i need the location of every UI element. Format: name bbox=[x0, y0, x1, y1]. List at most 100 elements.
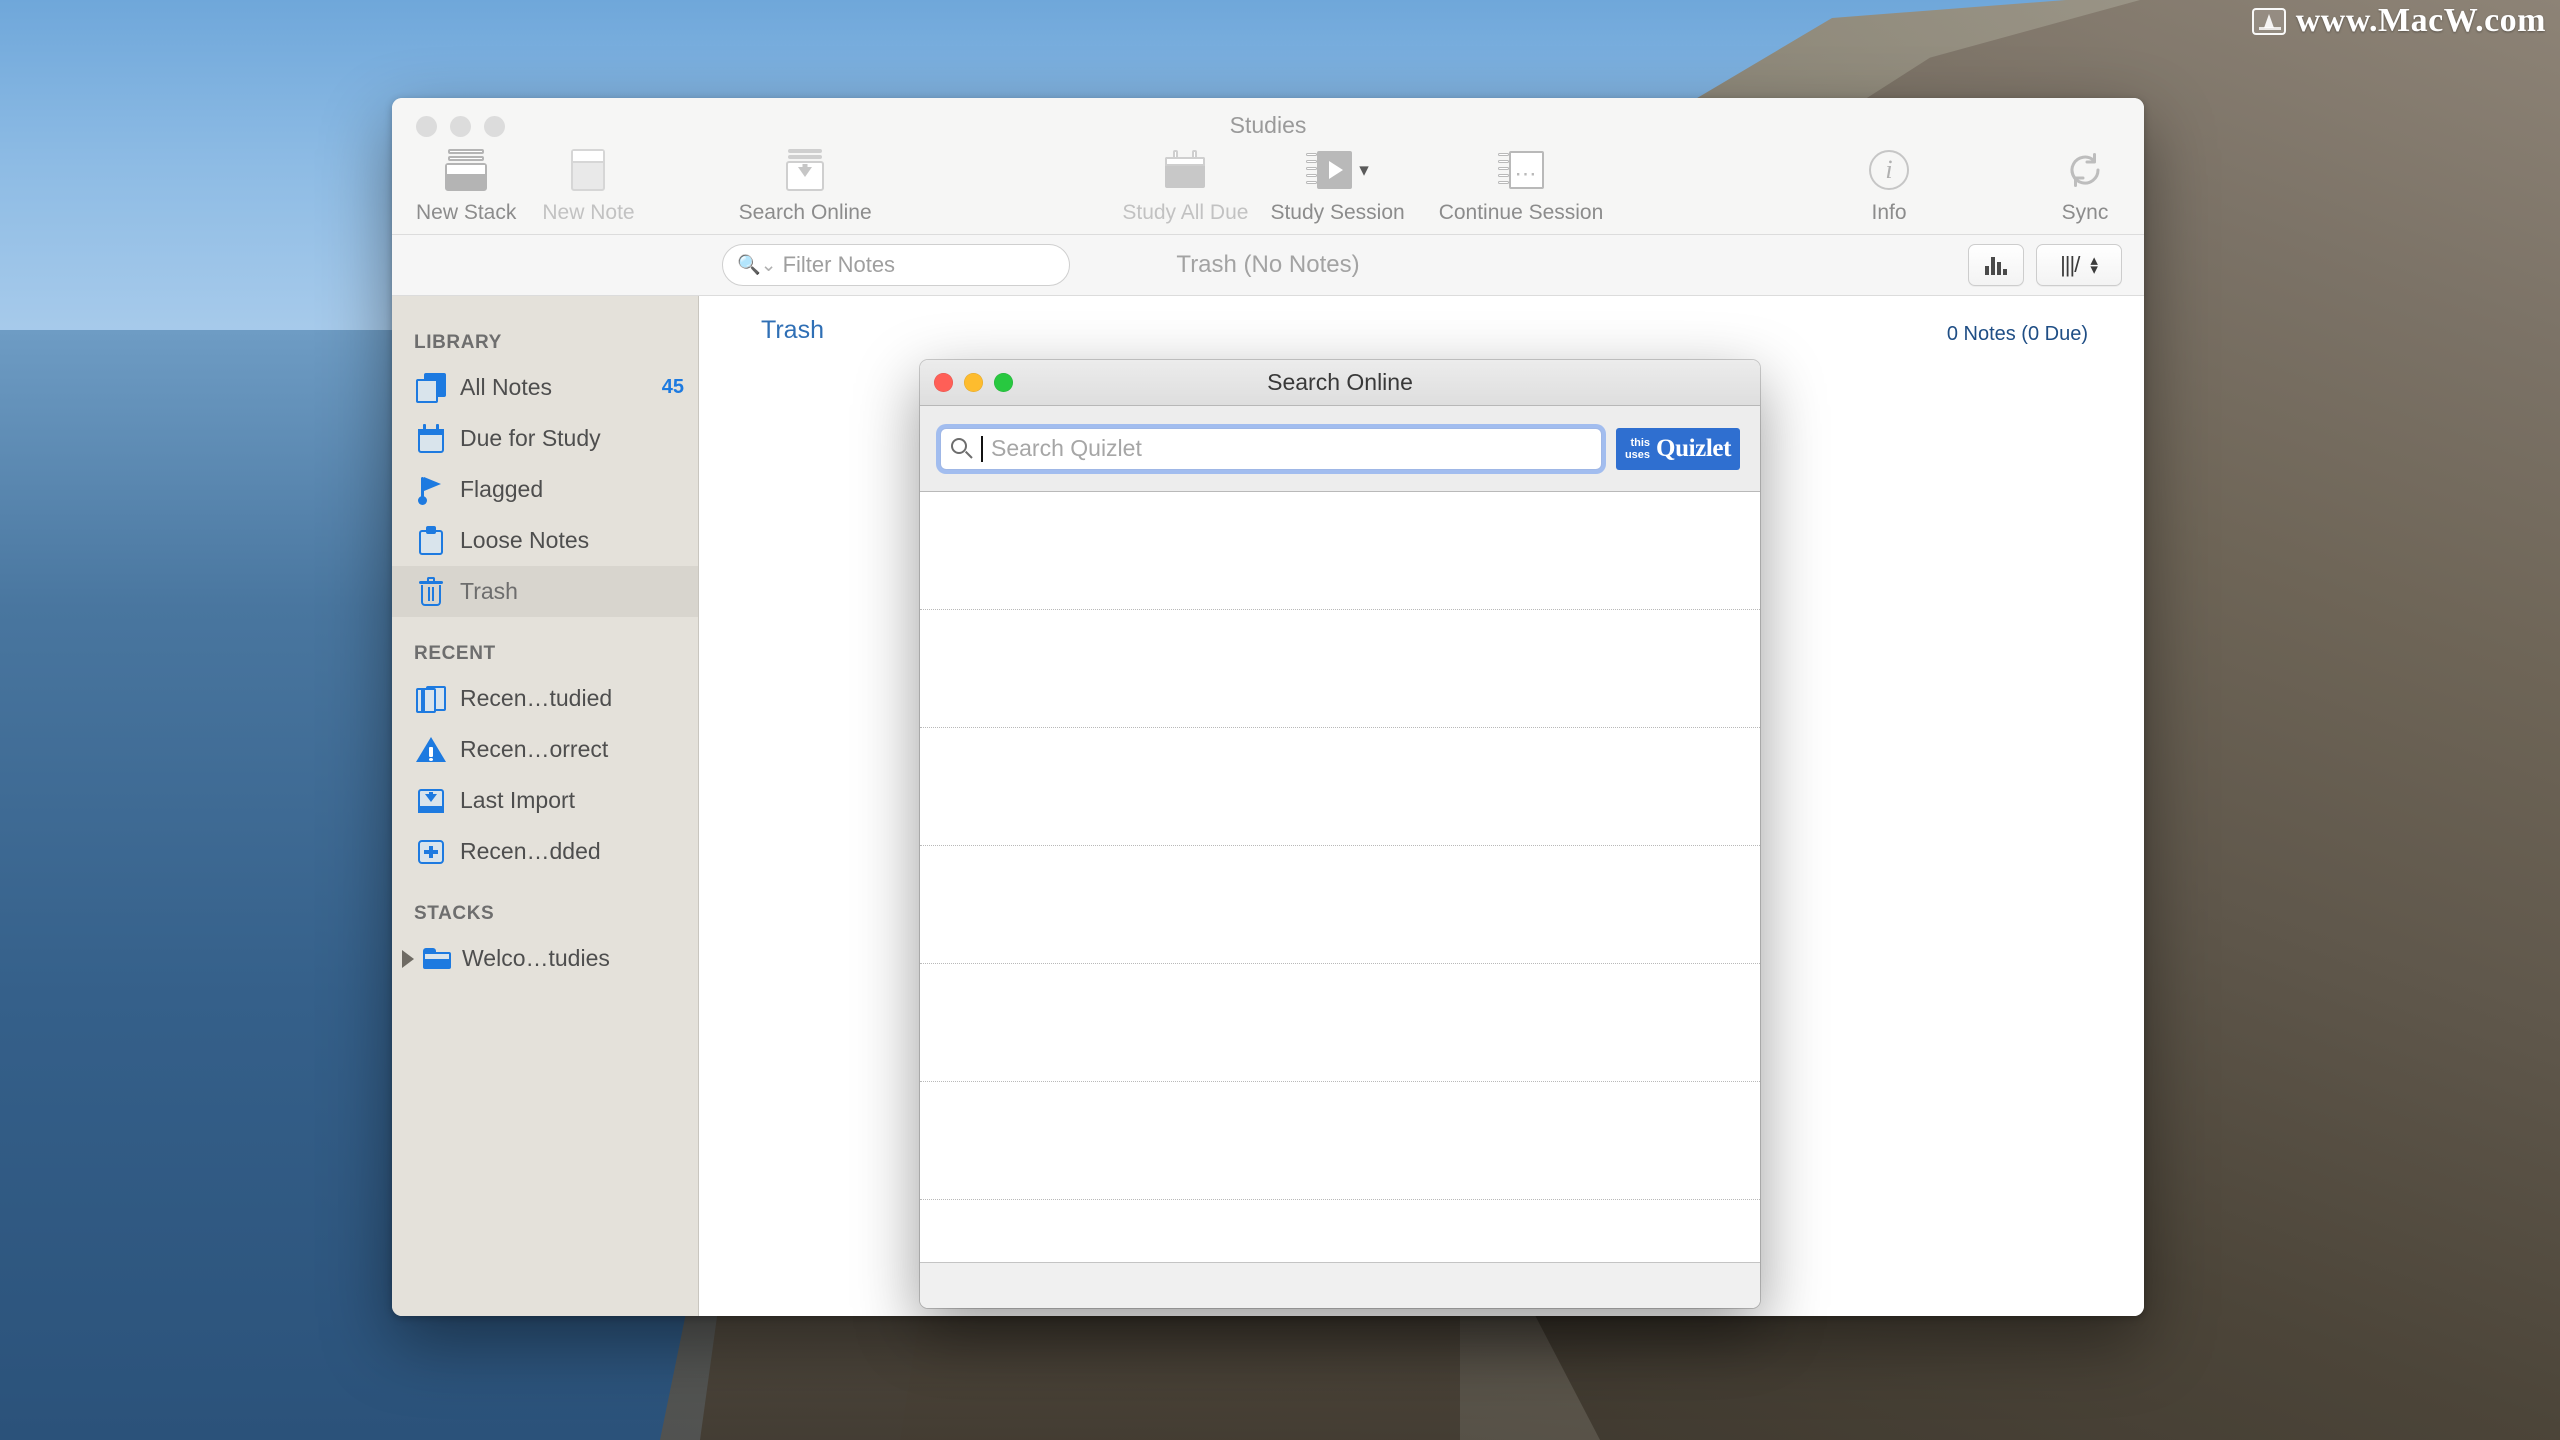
search-input[interactable]: 🔍⌄ Filter Notes bbox=[722, 244, 1070, 286]
sidebar-section-library-header: LIBRARY bbox=[414, 332, 502, 353]
content-title: Trash (No Notes) bbox=[1176, 251, 1360, 278]
toolbar-study-all-due-label: Study All Due bbox=[1122, 201, 1249, 224]
sidebar-item-welcome-stack[interactable]: Welco…tudies bbox=[392, 933, 698, 984]
list-row[interactable] bbox=[920, 1200, 1760, 1262]
breadcrumb[interactable]: Trash bbox=[761, 316, 824, 345]
quizlet-badge-word: Quizlet bbox=[1656, 434, 1731, 462]
quizlet-search-placeholder: Search Quizlet bbox=[991, 435, 1142, 461]
disclosure-triangle-icon[interactable] bbox=[402, 949, 414, 968]
play-card-icon: ▾ bbox=[1306, 148, 1369, 192]
dialog-search-bar: Search Quizlet this uses Quizlet bbox=[920, 406, 1760, 492]
view-mode-button[interactable]: |||/ ▴ ▾ bbox=[2036, 244, 2122, 286]
list-row[interactable] bbox=[920, 610, 1760, 728]
quizlet-badge[interactable]: this uses Quizlet bbox=[1615, 427, 1740, 470]
sidebar-item-recently-incorrect-label: Recen…orrect bbox=[460, 736, 609, 762]
search-online-dialog: Search Online Search Quizlet this uses Q… bbox=[920, 360, 1760, 1308]
sidebar-item-flagged-label: Flagged bbox=[460, 476, 544, 502]
window-title: Studies bbox=[1229, 112, 1307, 138]
warning-icon bbox=[416, 735, 446, 765]
text-caret bbox=[981, 435, 983, 462]
sidebar-item-recently-studied[interactable]: Recen…tudied bbox=[392, 673, 698, 724]
all-notes-icon bbox=[416, 372, 446, 403]
dialog-title: Search Online bbox=[1267, 369, 1413, 395]
sidebar-item-trash-label: Trash bbox=[460, 578, 518, 604]
clipboard-icon bbox=[416, 525, 446, 556]
plus-box-icon bbox=[416, 837, 446, 867]
book-icon bbox=[416, 684, 446, 714]
dialog-zoom-button[interactable] bbox=[994, 373, 1013, 392]
flag-icon bbox=[416, 475, 446, 505]
sidebar-item-welcome-stack-label: Welco…tudies bbox=[462, 945, 610, 971]
note-count-status: 0 Notes (0 Due) bbox=[1946, 323, 2088, 345]
sidebar-item-all-notes[interactable]: All Notes 45 bbox=[392, 362, 698, 413]
toolbar-new-stack[interactable]: New Stack bbox=[416, 142, 516, 225]
dialog-minimize-button[interactable] bbox=[964, 373, 983, 392]
search-input-placeholder: Filter Notes bbox=[782, 252, 896, 277]
sidebar-item-loose-notes[interactable]: Loose Notes bbox=[392, 515, 698, 566]
sidebar-item-recently-incorrect[interactable]: Recen…orrect bbox=[392, 724, 698, 775]
stats-button[interactable] bbox=[1968, 244, 2024, 286]
quizlet-badge-small-text: this uses bbox=[1625, 437, 1650, 461]
list-row[interactable] bbox=[920, 964, 1760, 1082]
sidebar-item-last-import[interactable]: Last Import bbox=[392, 775, 698, 826]
toolbar-study-session-label: Study Session bbox=[1270, 201, 1405, 224]
sidebar-item-all-notes-label: All Notes bbox=[460, 374, 553, 400]
toolbar-study-all-due[interactable]: Study All Due bbox=[1122, 142, 1248, 225]
up-down-chevrons-icon[interactable]: ▴ ▾ bbox=[2090, 253, 2098, 277]
sidebar-item-recently-added-label: Recen…dded bbox=[460, 838, 601, 864]
chevron-down-icon[interactable]: ▾ bbox=[1359, 159, 1369, 182]
sidebar-item-last-import-label: Last Import bbox=[460, 787, 576, 813]
site-watermark: www.MacW.com bbox=[2251, 2, 2546, 40]
dialog-close-button[interactable] bbox=[934, 373, 953, 392]
all-notes-badge: 45 bbox=[661, 376, 684, 398]
dialog-footer bbox=[920, 1262, 1760, 1308]
toolbar-new-note[interactable]: New Note bbox=[542, 142, 635, 225]
list-row[interactable] bbox=[920, 492, 1760, 610]
toolbar-study-session[interactable]: ▾ Study Session bbox=[1270, 142, 1405, 225]
toolbar-continue-session[interactable]: ⋯ Continue Session bbox=[1438, 142, 1604, 225]
download-stack-icon bbox=[784, 148, 826, 192]
sidebar-item-recently-studied-label: Recen…tudied bbox=[460, 685, 613, 711]
stack-icon bbox=[445, 148, 488, 192]
sidebar-item-flagged[interactable]: Flagged bbox=[392, 464, 698, 515]
filter-bar: Trash (No Notes) 🔍⌄ Filter Notes |||/ ▴ ▾ bbox=[392, 234, 2144, 296]
list-row[interactable] bbox=[920, 846, 1760, 964]
magnifier-icon bbox=[951, 437, 973, 460]
toolbar-sync[interactable]: Sync bbox=[2050, 142, 2120, 225]
note-icon bbox=[571, 148, 606, 192]
quizlet-results-list[interactable] bbox=[920, 492, 1760, 1262]
quizlet-search-input[interactable]: Search Quizlet bbox=[940, 427, 1602, 470]
sync-icon bbox=[2065, 148, 2105, 192]
dialog-traffic-lights[interactable] bbox=[934, 373, 1013, 392]
sidebar-section-recent-header: RECENT bbox=[414, 643, 496, 664]
sidebar-section-stacks-header: STACKS bbox=[414, 903, 495, 924]
toolbar-info[interactable]: i Info bbox=[1854, 142, 1924, 225]
window-titlebar: Studies New Stack New Note Search Online bbox=[392, 98, 2144, 234]
bar-chart-icon bbox=[1985, 255, 2007, 275]
toolbar-info-label: Info bbox=[1871, 201, 1907, 224]
quizlet-badge-line2: uses bbox=[1624, 448, 1651, 461]
trash-icon bbox=[416, 576, 446, 607]
monitor-icon bbox=[2251, 7, 2286, 35]
quizlet-badge-line1: this bbox=[1630, 436, 1651, 449]
sidebar-item-due-for-study[interactable]: Due for Study bbox=[392, 413, 698, 464]
info-icon: i bbox=[1869, 148, 1909, 192]
sidebar: LIBRARY All Notes 45 Due for Study Flagg… bbox=[392, 296, 699, 1316]
list-row[interactable] bbox=[920, 728, 1760, 846]
toolbar-search-online[interactable]: Search Online bbox=[739, 142, 872, 225]
folder-icon bbox=[422, 944, 452, 974]
view-mode-label: |||/ bbox=[2060, 252, 2080, 277]
sidebar-item-recently-added[interactable]: Recen…dded bbox=[392, 826, 698, 877]
toolbar-search-online-label: Search Online bbox=[738, 201, 872, 224]
sidebar-item-trash[interactable]: Trash bbox=[392, 566, 698, 617]
toolbar-new-note-label: New Note bbox=[542, 201, 635, 224]
magnifier-dropdown-icon[interactable]: 🔍⌄ bbox=[737, 253, 777, 277]
calendar-icon bbox=[1165, 148, 1206, 192]
filter-bar-controls: |||/ ▴ ▾ bbox=[1968, 244, 2122, 286]
toolbar-new-stack-label: New Stack bbox=[416, 201, 517, 224]
import-icon bbox=[416, 786, 446, 816]
calendar-icon bbox=[416, 423, 446, 454]
toolbar-continue-session-label: Continue Session bbox=[1438, 201, 1604, 224]
list-row[interactable] bbox=[920, 1082, 1760, 1200]
watermark-text: www.MacW.com bbox=[2295, 2, 2546, 39]
